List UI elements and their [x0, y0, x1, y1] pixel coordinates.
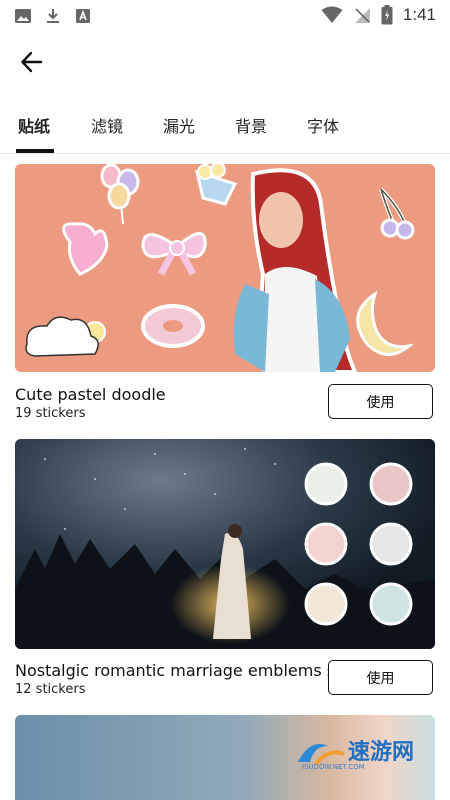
battery-icon [381, 5, 393, 25]
use-button-1[interactable]: 使用 [328, 384, 433, 419]
tab-backgrounds[interactable]: 背景 [235, 113, 267, 137]
wifi-icon [321, 6, 343, 23]
tab-light-leaks[interactable]: 漏光 [163, 113, 195, 137]
arrow-left-icon [21, 51, 43, 73]
pastel-doodle-preview [25, 164, 415, 372]
no-signal-icon [354, 8, 370, 23]
font-app-icon [76, 9, 90, 23]
back-button[interactable] [18, 48, 46, 76]
pack-title-2: Nostalgic romantic marriage emblems s [15, 661, 333, 680]
balloons-sticker [100, 164, 140, 225]
tab-filters[interactable]: 滤镜 [91, 113, 123, 137]
cherries-sticker [379, 187, 415, 240]
watermark-url: ISUDOW.NET.COM [302, 763, 365, 771]
pack-count-2: 12 stickers [15, 682, 86, 697]
pack-count-1: 19 stickers [15, 406, 86, 421]
pack-title-1: Cute pastel doodle [15, 385, 166, 404]
status-bar: 1:41 [0, 0, 450, 32]
tab-stickers[interactable]: 贴纸 [18, 113, 50, 137]
category-tabs: 贴纸 滤镜 漏光 背景 字体 [0, 106, 450, 154]
watermark-logo: 速游网 ISUDOW.NET.COM [296, 734, 436, 774]
popcorn-sticker [194, 164, 238, 206]
bow-sticker [141, 232, 207, 276]
watermark-brand: 速游网 [348, 740, 415, 765]
moon-sticker [356, 290, 415, 356]
status-time: 1:41 [402, 5, 436, 24]
sticker-pack-preview-1[interactable] [15, 164, 435, 372]
sticker-pack-preview-2[interactable] [15, 439, 435, 649]
wedding-emblems-preview [15, 439, 435, 649]
cloud-sun-sticker [25, 316, 106, 357]
heart-sticker [62, 222, 109, 276]
donut-sticker [141, 304, 205, 348]
download-icon [47, 9, 59, 23]
portrait-sticker [233, 168, 358, 372]
tab-fonts[interactable]: 字体 [307, 113, 339, 137]
gallery-icon [15, 9, 31, 23]
tabs-divider [0, 153, 450, 154]
use-button-2[interactable]: 使用 [328, 660, 433, 695]
